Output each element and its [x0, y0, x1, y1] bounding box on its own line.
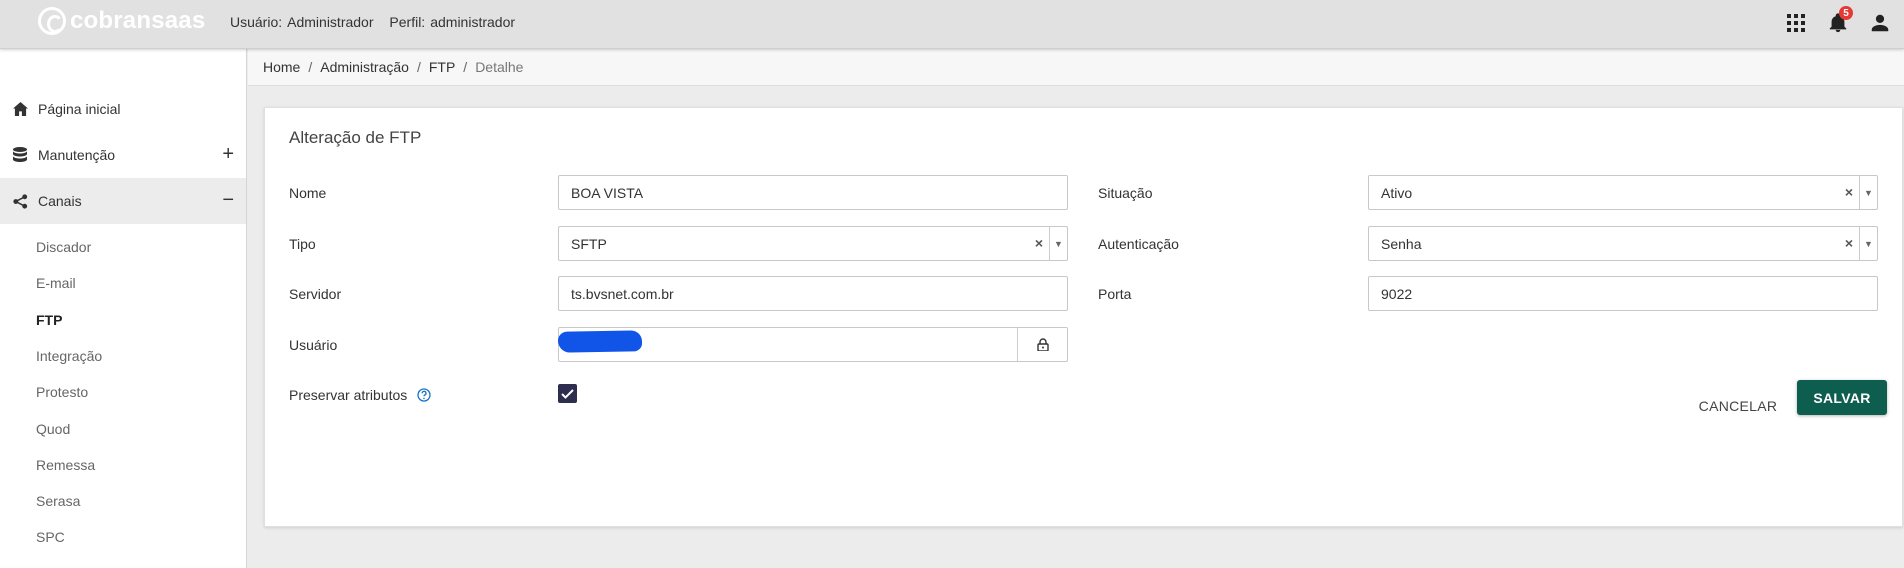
cancel-button[interactable]: CANCELAR — [1693, 388, 1783, 423]
sidebar-item-label: Página inicial — [38, 101, 121, 117]
check-icon — [561, 388, 574, 399]
breadcrumb: Home / Administração / FTP / Detalhe — [248, 49, 1904, 86]
sidebar-sub-item-remessa[interactable]: Remessa — [36, 457, 95, 473]
user-value: Administrador — [287, 14, 374, 30]
sidebar: Página inicial Manutenção + Canais − Dis… — [0, 49, 247, 568]
sidebar-item-pagina-inicial[interactable]: Página inicial — [0, 86, 246, 132]
porta-label: Porta — [1098, 286, 1132, 302]
chevron-down-icon[interactable]: ▼ — [1049, 227, 1067, 260]
sidebar-sub-item-quod[interactable]: Quod — [36, 421, 70, 437]
share-icon — [12, 193, 28, 209]
autenticacao-label: Autenticação — [1098, 236, 1179, 252]
database-icon — [12, 147, 28, 163]
page-title: Alteração de FTP — [289, 128, 422, 147]
lock-toggle[interactable] — [1017, 328, 1067, 361]
user-label: Usuário: — [230, 14, 283, 30]
autenticacao-select[interactable]: Senha × ▼ — [1368, 226, 1878, 261]
tipo-label: Tipo — [289, 236, 316, 252]
expand-icon[interactable]: + — [222, 144, 234, 164]
clear-icon[interactable]: × — [1845, 235, 1853, 251]
home-icon — [12, 101, 28, 117]
sidebar-sub-item-spc[interactable]: SPC — [36, 529, 65, 545]
sidebar-sub-item-protesto[interactable]: Protesto — [36, 384, 88, 400]
help-icon[interactable] — [417, 388, 431, 402]
nome-value: BOA VISTA — [571, 184, 644, 201]
logo-mark-icon — [38, 7, 66, 35]
chevron-down-icon[interactable]: ▼ — [1859, 176, 1877, 209]
sidebar-sub-item-integracao[interactable]: Integração — [36, 348, 102, 364]
preservar-atributos-checkbox[interactable] — [558, 384, 577, 403]
sidebar-sub-item-email[interactable]: E-mail — [36, 275, 76, 291]
notification-badge: 5 — [1839, 6, 1853, 20]
apps-grid-icon[interactable] — [1784, 11, 1808, 35]
situacao-label: Situação — [1098, 185, 1153, 201]
profile-value: administrador — [430, 14, 516, 30]
breadcrumb-home[interactable]: Home — [263, 59, 300, 75]
porta-value: 9022 — [1381, 285, 1413, 302]
sidebar-sub-item-serasa[interactable]: Serasa — [36, 493, 80, 509]
logo-text: cobransaas — [70, 7, 206, 34]
preservar-atributos-label: Preservar atributos — [289, 387, 431, 403]
sidebar-sub-item-discador[interactable]: Discador — [36, 239, 91, 255]
sidebar-item-label: Canais — [38, 193, 82, 209]
sidebar-item-label: Manutenção — [38, 147, 116, 163]
breadcrumb-ftp[interactable]: FTP — [429, 59, 455, 75]
breadcrumb-separator: / — [416, 59, 421, 75]
user-info: Usuário: Administrador Perfil: administrad… — [230, 14, 527, 30]
logo[interactable]: cobransaas — [38, 6, 205, 36]
usuario-label: Usuário — [289, 337, 338, 353]
porta-input[interactable]: 9022 — [1368, 276, 1878, 311]
breadcrumb-separator: / — [463, 59, 468, 75]
breadcrumb-detalhe: Detalhe — [475, 59, 524, 75]
servidor-value: ts.bvsnet.com.br — [571, 285, 674, 302]
redacted-value — [557, 330, 643, 353]
chevron-down-icon[interactable]: ▼ — [1859, 227, 1877, 260]
clear-icon[interactable]: × — [1845, 184, 1853, 200]
bell-icon[interactable]: 5 — [1826, 6, 1853, 35]
lock-icon — [1036, 338, 1049, 351]
situacao-value: Ativo — [1381, 184, 1413, 201]
tipo-value: SFTP — [571, 235, 607, 252]
preservar-atributos-text: Preservar atributos — [289, 387, 408, 403]
tipo-select[interactable]: SFTP × ▼ — [558, 226, 1068, 261]
sidebar-item-manutencao[interactable]: Manutenção + — [0, 132, 246, 178]
nome-input[interactable]: BOA VISTA — [558, 175, 1068, 210]
breadcrumb-administracao[interactable]: Administração — [320, 59, 409, 75]
save-button[interactable]: SALVAR — [1797, 380, 1887, 415]
sidebar-sub-item-ftp[interactable]: FTP — [36, 312, 62, 328]
ftp-form-card: Alteração de FTP Nome BOA VISTA Situação… — [264, 107, 1903, 527]
clear-icon[interactable]: × — [1035, 235, 1043, 251]
situacao-select[interactable]: Ativo × ▼ — [1368, 175, 1878, 210]
servidor-input[interactable]: ts.bvsnet.com.br — [558, 276, 1068, 311]
header-actions: 5 — [1784, 6, 1892, 38]
account-icon[interactable] — [1868, 11, 1892, 35]
sidebar-item-canais[interactable]: Canais − — [0, 178, 246, 224]
autenticacao-value: Senha — [1381, 235, 1422, 252]
profile-label: Perfil: — [389, 14, 426, 30]
top-bar: cobransaas Usuário: Administrador Perfil:… — [0, 0, 1904, 49]
collapse-icon[interactable]: − — [222, 190, 234, 210]
nome-label: Nome — [289, 185, 327, 201]
servidor-label: Servidor — [289, 286, 342, 302]
usuario-input[interactable] — [557, 327, 1068, 362]
breadcrumb-separator: / — [308, 59, 313, 75]
